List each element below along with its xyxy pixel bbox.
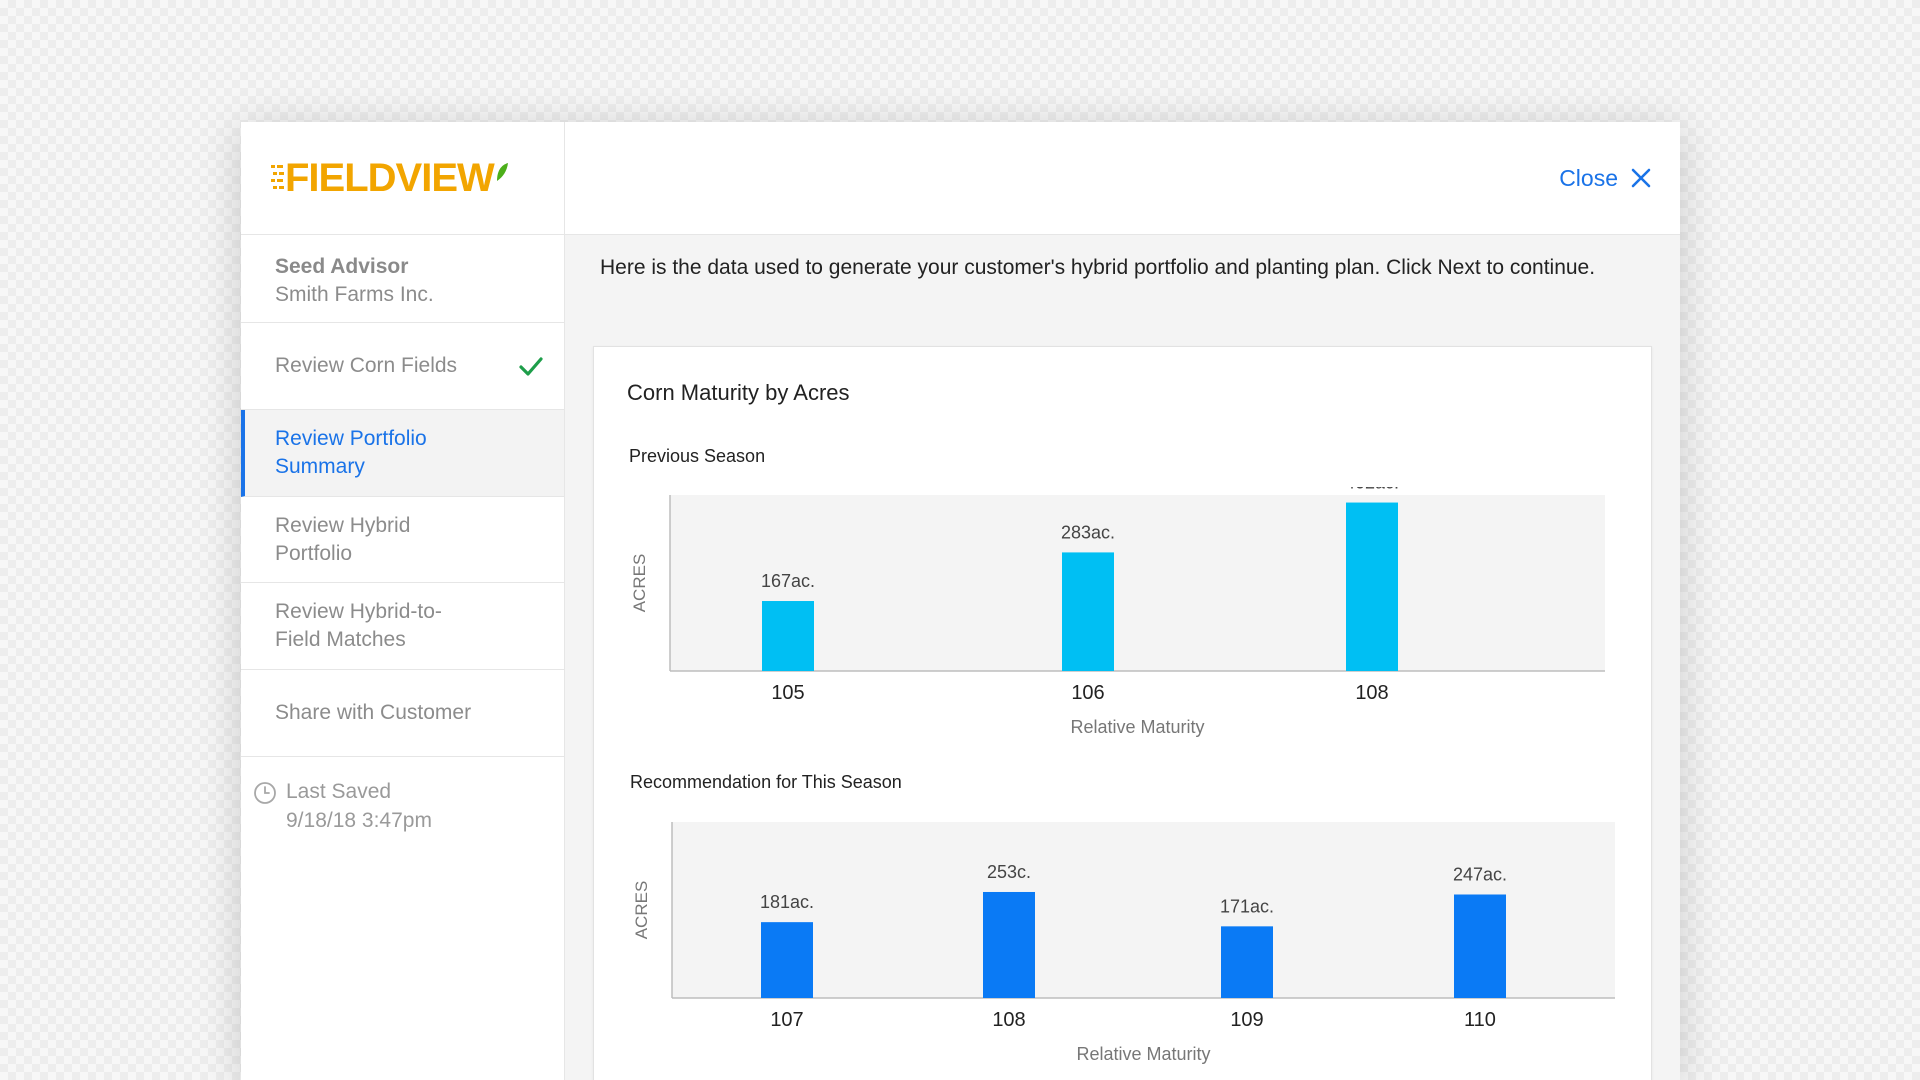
x-tick-label: 106 <box>1071 682 1104 704</box>
last-saved: Last Saved 9/18/18 3:47pm <box>241 757 564 835</box>
sidebar-item-review-corn-fields[interactable]: Review Corn Fields <box>241 323 564 410</box>
main-header: Close <box>565 122 1680 235</box>
logo-area: FIELDVIEW <box>241 122 564 235</box>
bar <box>762 601 814 671</box>
close-icon <box>1631 168 1651 188</box>
last-saved-value: 9/18/18 3:47pm <box>286 809 432 832</box>
data-label: 253c. <box>987 862 1031 882</box>
data-label: 167ac. <box>761 571 815 591</box>
close-button[interactable]: Close <box>1559 165 1652 192</box>
x-tick-label: 108 <box>1355 682 1388 704</box>
logo-text: FIELDVIEW <box>285 156 495 200</box>
logo-speed-lines-icon <box>271 165 284 189</box>
x-tick-label: 110 <box>1464 1009 1496 1031</box>
bar <box>1062 552 1114 671</box>
bar <box>1454 894 1506 998</box>
last-saved-label: Last Saved <box>286 780 392 803</box>
x-tick-label: 105 <box>771 682 804 704</box>
data-label: 181ac. <box>760 892 814 912</box>
sidebar-item-label: Review Portfolio Summary <box>275 427 427 478</box>
close-label: Close <box>1559 164 1618 191</box>
sidebar-item-review-hybrid-to-field-matches[interactable]: Review Hybrid-to-Field Matches <box>241 583 564 670</box>
seed-advisor-modal: FIELDVIEW Seed Advisor Smith Farms Inc. … <box>241 122 1680 1080</box>
sidebar-item-label: Review Hybrid-to-Field Matches <box>275 600 442 651</box>
sidebar-item-share-with-customer[interactable]: Share with Customer <box>241 670 564 757</box>
sidebar-item-label: Review Corn Fields <box>275 354 458 377</box>
sidebar-header: Seed Advisor Smith Farms Inc. <box>241 235 564 323</box>
data-label: 171ac. <box>1220 896 1274 916</box>
y-axis-label: ACRES <box>632 881 651 940</box>
card-title: Corn Maturity by Acres <box>627 380 850 405</box>
main-content: Close Here is the data used to generate … <box>565 122 1680 1080</box>
check-icon <box>519 357 543 376</box>
bar <box>1346 502 1398 671</box>
data-label: 402ac. <box>1345 487 1399 493</box>
bar <box>983 891 1035 998</box>
x-tick-label: 109 <box>1230 1009 1263 1031</box>
sidebar-item-review-hybrid-portfolio[interactable]: Review Hybrid Portfolio <box>241 497 564 583</box>
sidebar: FIELDVIEW Seed Advisor Smith Farms Inc. … <box>241 122 565 1080</box>
data-label: 247ac. <box>1453 864 1507 884</box>
recommendation-chart: ACRES 181ac. 107 253c. 108 171ac. 109 247ac. 110… <box>632 822 1615 1064</box>
fieldview-logo: FIELDVIEW <box>271 158 509 198</box>
sidebar-item-review-portfolio-summary[interactable]: Review Portfolio Summary <box>241 410 564 497</box>
x-tick-label: 108 <box>992 1009 1025 1031</box>
data-label: 283ac. <box>1061 522 1115 542</box>
sidebar-item-label: Share with Customer <box>275 701 472 724</box>
chart-card: Corn Maturity by Acres Previous Season A… <box>593 346 1652 1080</box>
sidebar-subtitle: Smith Farms Inc. <box>275 283 434 306</box>
bar <box>1221 926 1273 998</box>
sidebar-item-label: Review Hybrid Portfolio <box>275 513 411 565</box>
y-axis-label: ACRES <box>630 554 649 613</box>
intro-text: Here is the data used to generate your c… <box>600 256 1596 279</box>
x-axis-label: Relative Maturity <box>1070 717 1204 737</box>
clock-icon <box>254 782 276 804</box>
logo-leaf-icon <box>496 163 508 181</box>
x-tick-label: 107 <box>770 1009 803 1031</box>
sidebar-title: Seed Advisor <box>275 255 409 278</box>
chart-title-previous-season: Previous Season <box>629 446 766 466</box>
x-axis-label: Relative Maturity <box>1076 1044 1210 1064</box>
previous-season-chart: ACRES 167ac. 105 283ac. 106 402ac. 108 Relative… <box>630 487 1605 737</box>
chart-title-recommendation: Recommendation for This Season <box>630 772 902 792</box>
bar <box>761 922 813 998</box>
